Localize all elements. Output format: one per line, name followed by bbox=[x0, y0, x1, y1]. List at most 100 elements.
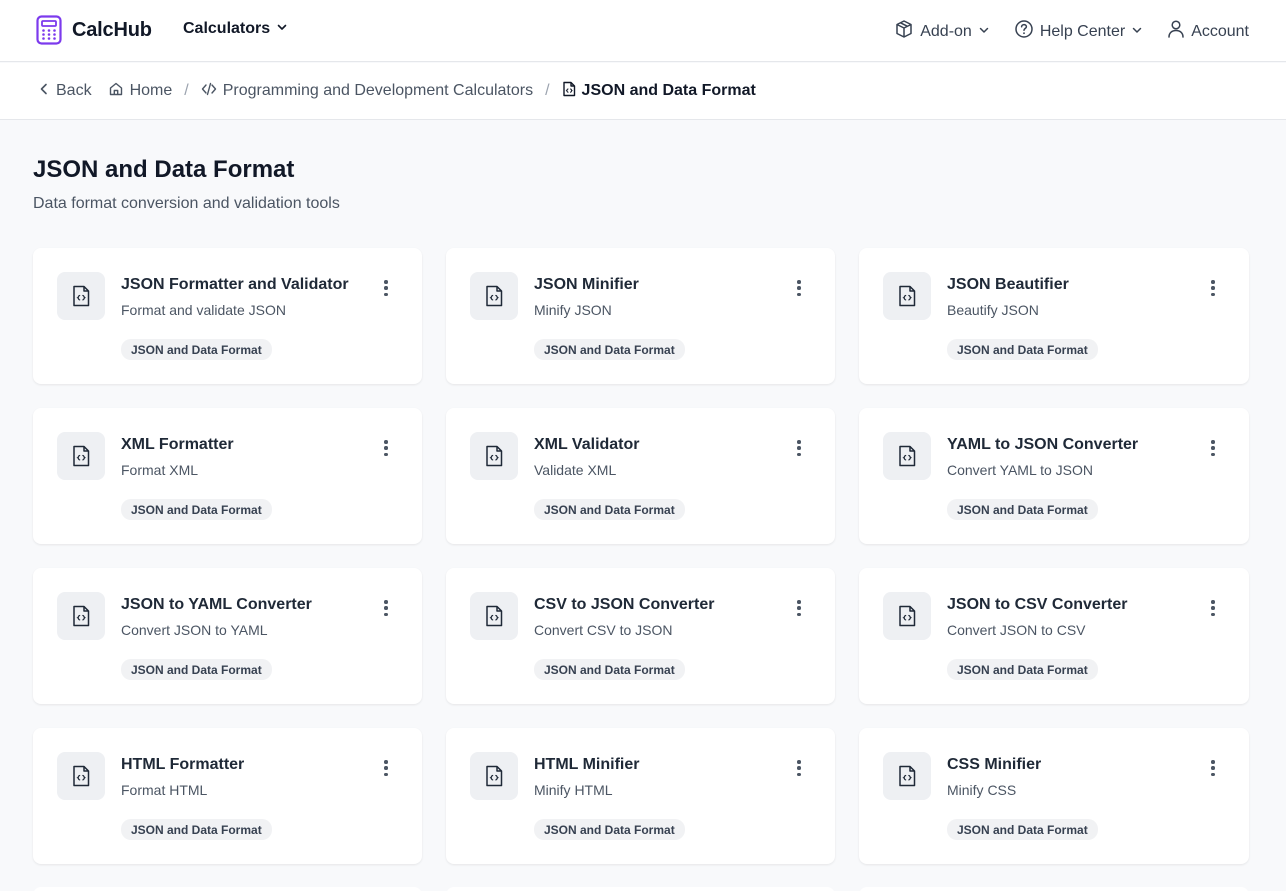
card-description: Minify JSON bbox=[534, 302, 612, 318]
category-badge: JSON and Data Format bbox=[534, 339, 685, 360]
category-badge: JSON and Data Format bbox=[534, 819, 685, 840]
more-options-icon[interactable] bbox=[380, 438, 392, 458]
top-navigation-bar: CalcHub Calculators Add-on Help Center A… bbox=[0, 0, 1286, 62]
back-label: Back bbox=[56, 82, 92, 99]
category-badge: JSON and Data Format bbox=[121, 819, 272, 840]
more-options-icon[interactable] bbox=[793, 598, 805, 618]
code-icon bbox=[201, 81, 217, 102]
help-center-menu[interactable]: Help Center bbox=[1014, 19, 1143, 44]
chevron-left-icon bbox=[38, 82, 50, 101]
card-description: Format HTML bbox=[121, 782, 208, 798]
calculator-card[interactable]: JSON Formatter and Validator Format and … bbox=[33, 248, 422, 384]
breadcrumb-home[interactable]: Home bbox=[108, 81, 173, 102]
breadcrumb-category-label: Programming and Development Calculators bbox=[222, 82, 534, 99]
file-code-icon bbox=[562, 81, 576, 102]
card-title: JSON Minifier bbox=[534, 276, 639, 293]
category-badge: JSON and Data Format bbox=[121, 339, 272, 360]
calculator-card[interactable]: CSV to JSON Converter Convert CSV to JSO… bbox=[446, 568, 835, 704]
more-options-icon[interactable] bbox=[793, 758, 805, 778]
card-description: Minify CSS bbox=[947, 782, 1017, 798]
calculator-card[interactable]: XML Formatter Format XML JSON and Data F… bbox=[33, 408, 422, 544]
brand-name: CalcHub bbox=[72, 18, 152, 41]
calculators-menu-label: Calculators bbox=[183, 20, 271, 37]
calculator-card[interactable]: JSON to YAML Converter Convert JSON to Y… bbox=[33, 568, 422, 704]
file-code-icon bbox=[470, 752, 518, 800]
card-title: CSS Minifier bbox=[947, 756, 1042, 773]
calculator-grid: JSON Formatter and Validator Format and … bbox=[33, 248, 1249, 864]
more-options-icon[interactable] bbox=[1207, 438, 1219, 458]
calculators-menu[interactable]: Calculators bbox=[183, 20, 288, 38]
card-title: HTML Formatter bbox=[121, 756, 245, 773]
help-circle-icon bbox=[1014, 19, 1034, 44]
calculator-card[interactable]: YAML to JSON Converter Convert YAML to J… bbox=[859, 408, 1249, 544]
category-badge: JSON and Data Format bbox=[947, 499, 1098, 520]
calculator-card[interactable]: JSON to CSV Converter Convert JSON to CS… bbox=[859, 568, 1249, 704]
file-code-icon bbox=[57, 272, 105, 320]
category-badge: JSON and Data Format bbox=[947, 659, 1098, 680]
card-description: Validate XML bbox=[534, 462, 617, 478]
file-code-icon bbox=[57, 432, 105, 480]
category-badge: JSON and Data Format bbox=[121, 499, 272, 520]
category-badge: JSON and Data Format bbox=[947, 819, 1098, 840]
more-options-icon[interactable] bbox=[380, 758, 392, 778]
card-title: YAML to JSON Converter bbox=[947, 436, 1139, 453]
chevron-down-icon bbox=[1131, 23, 1143, 41]
breadcrumb-current: JSON and Data Format bbox=[562, 81, 756, 102]
more-options-icon[interactable] bbox=[793, 438, 805, 458]
card-title: XML Validator bbox=[534, 436, 640, 453]
card-title: HTML Minifier bbox=[534, 756, 640, 773]
card-title: JSON to CSV Converter bbox=[947, 596, 1128, 613]
category-badge: JSON and Data Format bbox=[947, 339, 1098, 360]
file-code-icon bbox=[470, 432, 518, 480]
calculator-card-partial bbox=[33, 887, 422, 891]
file-code-icon bbox=[883, 752, 931, 800]
file-code-icon bbox=[57, 752, 105, 800]
more-options-icon[interactable] bbox=[380, 598, 392, 618]
calculator-card[interactable]: CSS Minifier Minify CSS JSON and Data Fo… bbox=[859, 728, 1249, 864]
page-title: JSON and Data Format bbox=[33, 156, 295, 183]
header-actions: Add-on Help Center Account bbox=[894, 19, 1249, 44]
breadcrumb-current-label: JSON and Data Format bbox=[581, 82, 756, 99]
card-title: JSON to YAML Converter bbox=[121, 596, 312, 613]
help-center-label: Help Center bbox=[1039, 22, 1126, 40]
more-options-icon[interactable] bbox=[1207, 278, 1219, 298]
card-description: Convert JSON to CSV bbox=[947, 622, 1086, 638]
user-icon bbox=[1167, 19, 1185, 44]
calculator-card[interactable]: HTML Minifier Minify HTML JSON and Data … bbox=[446, 728, 835, 864]
account-menu[interactable]: Account bbox=[1167, 19, 1249, 44]
more-options-icon[interactable] bbox=[1207, 598, 1219, 618]
card-title: JSON Formatter and Validator bbox=[121, 276, 349, 293]
calculator-card-partial bbox=[859, 887, 1249, 891]
breadcrumb-home-label: Home bbox=[129, 82, 173, 99]
calculator-icon bbox=[36, 15, 62, 45]
back-button[interactable]: Back bbox=[38, 82, 92, 101]
card-title: JSON Beautifier bbox=[947, 276, 1069, 293]
calculator-card[interactable]: JSON Minifier Minify JSON JSON and Data … bbox=[446, 248, 835, 384]
file-code-icon bbox=[883, 592, 931, 640]
card-title: CSV to JSON Converter bbox=[534, 596, 715, 613]
file-code-icon bbox=[57, 592, 105, 640]
calculator-card[interactable]: HTML Formatter Format HTML JSON and Data… bbox=[33, 728, 422, 864]
chevron-down-icon bbox=[276, 20, 288, 38]
card-description: Format XML bbox=[121, 462, 199, 478]
category-badge: JSON and Data Format bbox=[534, 659, 685, 680]
calculator-card[interactable]: JSON Beautifier Beautify JSON JSON and D… bbox=[859, 248, 1249, 384]
breadcrumb: Back Home / Programming and Development … bbox=[0, 63, 1286, 120]
breadcrumb-category[interactable]: Programming and Development Calculators bbox=[201, 81, 533, 102]
more-options-icon[interactable] bbox=[1207, 758, 1219, 778]
calculator-card[interactable]: XML Validator Validate XML JSON and Data… bbox=[446, 408, 835, 544]
more-options-icon[interactable] bbox=[380, 278, 392, 298]
file-code-icon bbox=[470, 592, 518, 640]
card-description: Convert YAML to JSON bbox=[947, 462, 1094, 478]
addon-menu[interactable]: Add-on bbox=[894, 19, 990, 44]
chevron-down-icon bbox=[978, 23, 990, 41]
calculator-card-partial bbox=[446, 887, 835, 891]
more-options-icon[interactable] bbox=[793, 278, 805, 298]
file-code-icon bbox=[470, 272, 518, 320]
card-description: Minify HTML bbox=[534, 782, 613, 798]
card-title: XML Formatter bbox=[121, 436, 234, 453]
brand-logo[interactable]: CalcHub bbox=[36, 15, 152, 45]
card-description: Convert CSV to JSON bbox=[534, 622, 673, 638]
account-label: Account bbox=[1191, 22, 1249, 40]
card-description: Convert JSON to YAML bbox=[121, 622, 268, 638]
